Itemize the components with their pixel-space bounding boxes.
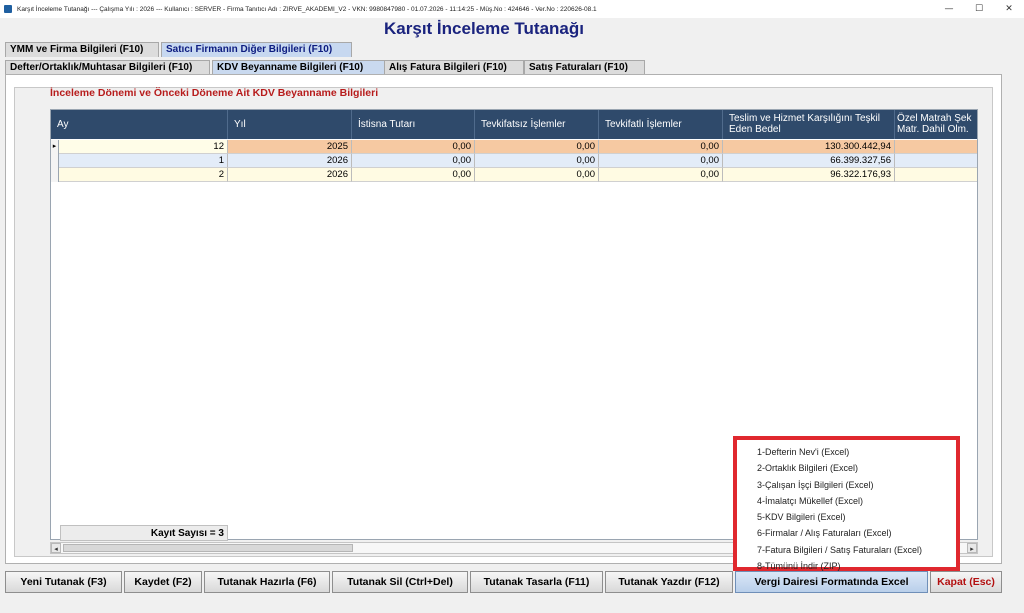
section-title: İnceleme Dönemi ve Önceki Döneme Ait KDV…: [50, 87, 379, 99]
tab-satici-firma[interactable]: Satıcı Firmanın Diğer Bilgileri (F10): [161, 42, 352, 57]
cell-yil[interactable]: 2025: [228, 140, 352, 154]
table-row[interactable]: 1 2026 0,00 0,00 0,00 66.399.327,56: [51, 154, 977, 168]
scroll-left-icon[interactable]: ◂: [51, 543, 61, 553]
cell-ozel[interactable]: [895, 154, 977, 168]
row-indicator-empty: [51, 168, 59, 182]
maximize-button[interactable]: ☐: [964, 0, 994, 18]
menu-item-ortaklik[interactable]: 2-Ortaklık Bilgileri (Excel): [757, 460, 956, 476]
prepare-button[interactable]: Tutanak Hazırla (F6): [204, 571, 330, 593]
cell-ay[interactable]: 2: [59, 168, 228, 182]
column-header-ozel-line1: Özel Matrah Şek: [897, 113, 972, 124]
cell-yil[interactable]: 2026: [228, 168, 352, 182]
design-button[interactable]: Tutanak Tasarla (F11): [470, 571, 603, 593]
column-header-bedel-line1: Teslim ve Hizmet Karşılığını Teşkil: [729, 113, 880, 124]
tab-alis-fatura[interactable]: Alış Fatura Bilgileri (F10): [384, 60, 524, 75]
column-header-istisna[interactable]: İstisna Tutarı: [352, 110, 475, 139]
column-header-tevkifatli[interactable]: Tevkifatlı İşlemler: [599, 110, 723, 139]
menu-item-alis-faturalari[interactable]: 6-Firmalar / Alış Faturaları (Excel): [757, 525, 956, 541]
cell-yil[interactable]: 2026: [228, 154, 352, 168]
scroll-right-icon[interactable]: ▸: [967, 543, 977, 553]
cell-tevkifatli[interactable]: 0,00: [599, 154, 723, 168]
cell-ozel[interactable]: [895, 140, 977, 154]
menu-item-calisan-isci[interactable]: 3-Çalışan İşçi Bilgileri (Excel): [757, 477, 956, 493]
export-menu: 1-Defterin Nev'i (Excel) 2-Ortaklık Bilg…: [733, 436, 960, 571]
app-icon: [4, 5, 12, 13]
cell-ay[interactable]: 1: [59, 154, 228, 168]
page-title: Karşıt İnceleme Tutanağı: [384, 19, 584, 38]
print-button[interactable]: Tutanak Yazdır (F12): [605, 571, 733, 593]
tab-kdv-beyanname[interactable]: KDV Beyanname Bilgileri (F10): [212, 60, 385, 75]
column-header-yil[interactable]: Yıl: [228, 110, 352, 139]
column-header-tevkifatsiz[interactable]: Tevkifatsız İşlemler: [475, 110, 599, 139]
menu-item-kdv[interactable]: 5-KDV Bilgileri (Excel): [757, 509, 956, 525]
cell-bedel[interactable]: 130.300.442,94: [723, 140, 895, 154]
tab-defter-ortaklik[interactable]: Defter/Ortaklık/Muhtasar Bilgileri (F10): [5, 60, 210, 75]
cell-bedel[interactable]: 96.322.176,93: [723, 168, 895, 182]
table-row[interactable]: 2 2026 0,00 0,00 0,00 96.322.176,93: [51, 168, 977, 182]
close-window-button[interactable]: ✕: [994, 0, 1024, 18]
column-header-bedel[interactable]: Teslim ve Hizmet Karşılığını Teşkil Eden…: [723, 110, 895, 139]
row-indicator-empty: [51, 154, 59, 168]
delete-button[interactable]: Tutanak Sil (Ctrl+Del): [332, 571, 468, 593]
cell-tevkifatli[interactable]: 0,00: [599, 140, 723, 154]
cell-tevkifatsiz[interactable]: 0,00: [475, 140, 599, 154]
column-header-ozel-matrah[interactable]: Özel Matrah Şek Matr. Dahil Olm.: [895, 110, 977, 139]
table-row[interactable]: ▸ 12 2025 0,00 0,00 0,00 130.300.442,94: [51, 140, 977, 154]
tab-ymm-firma[interactable]: YMM ve Firma Bilgileri (F10): [5, 42, 159, 57]
record-count: Kayıt Sayısı = 3: [60, 525, 228, 541]
menu-item-imalatci[interactable]: 4-İmalatçı Mükellef (Excel): [757, 493, 956, 509]
menu-item-defter-nevi[interactable]: 1-Defterin Nev'i (Excel): [757, 444, 956, 460]
cell-istisna[interactable]: 0,00: [352, 168, 475, 182]
cell-ozel[interactable]: [895, 168, 977, 182]
menu-item-satis-faturalari[interactable]: 7-Fatura Bilgileri / Satış Faturaları (E…: [757, 542, 956, 558]
cell-istisna[interactable]: 0,00: [352, 154, 475, 168]
form-title-container: Karşıt İnceleme Tutanağı: [0, 19, 1024, 39]
window-title-bar: Karşıt İnceleme Tutanağı --- Çalışma Yıl…: [0, 0, 1024, 18]
cell-tevkifatsiz[interactable]: 0,00: [475, 154, 599, 168]
cell-tevkifatsiz[interactable]: 0,00: [475, 168, 599, 182]
cell-bedel[interactable]: 66.399.327,56: [723, 154, 895, 168]
column-header-ozel-line2: Matr. Dahil Olm.: [897, 124, 969, 135]
bottom-strip: [0, 598, 1024, 613]
column-header-bedel-line2: Eden Bedel: [729, 124, 781, 135]
tab-satis-faturalari[interactable]: Satış Faturaları (F10): [524, 60, 645, 75]
cell-istisna[interactable]: 0,00: [352, 140, 475, 154]
minimize-button[interactable]: —: [934, 0, 964, 18]
cell-ay[interactable]: 12: [59, 140, 228, 154]
save-button[interactable]: Kaydet (F2): [124, 571, 202, 593]
export-excel-button[interactable]: Vergi Dairesi Formatında Excel: [735, 571, 928, 593]
column-header-ay[interactable]: Ay: [51, 110, 228, 139]
button-bar: Yeni Tutanak (F3) Kaydet (F2) Tutanak Ha…: [5, 571, 1002, 595]
new-button[interactable]: Yeni Tutanak (F3): [5, 571, 122, 593]
grid-header: Ay Yıl İstisna Tutarı Tevkifatsız İşleml…: [51, 110, 977, 139]
row-indicator: ▸: [51, 140, 59, 154]
window-caption: Karşıt İnceleme Tutanağı --- Çalışma Yıl…: [17, 5, 597, 13]
cell-tevkifatli[interactable]: 0,00: [599, 168, 723, 182]
close-button[interactable]: Kapat (Esc): [930, 571, 1002, 593]
scroll-thumb[interactable]: [63, 544, 353, 552]
